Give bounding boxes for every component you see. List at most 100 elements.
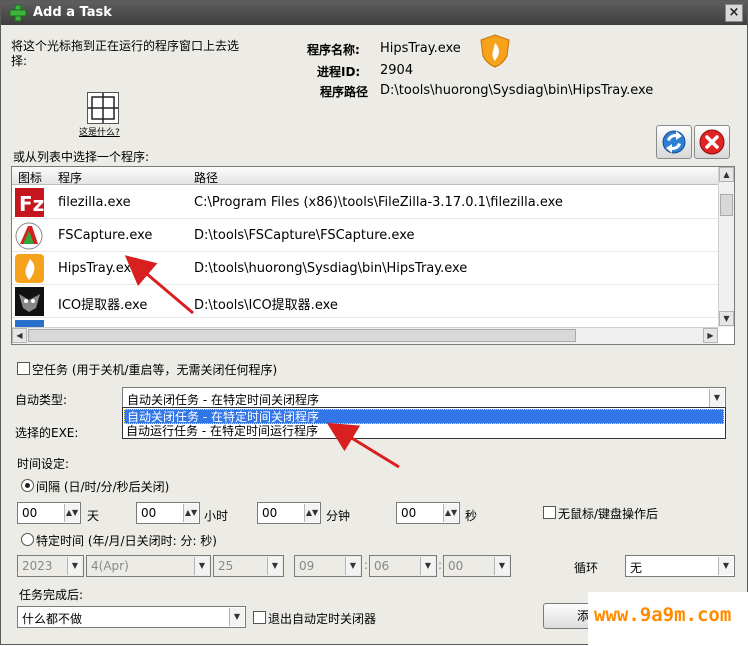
- column-icon[interactable]: 图标: [18, 169, 42, 186]
- auto-type-dropdown[interactable]: 自动关闭任务 - 在特定时间关闭程序 自动运行任务 - 在特定时间运行程序: [122, 407, 726, 439]
- days-stepper[interactable]: 00 ▲▼: [17, 502, 81, 524]
- hours-unit: 小时: [204, 509, 229, 523]
- idle-label: 无鼠标/键盘操作后: [558, 507, 659, 521]
- day-select[interactable]: 25 ▼: [213, 555, 284, 577]
- chevron-down-icon[interactable]: ▼: [345, 557, 360, 575]
- minutes-unit: 分钟: [326, 509, 351, 523]
- days-value: 00: [22, 506, 38, 520]
- loop-select[interactable]: 无 ▼: [625, 555, 735, 577]
- add-task-window: Add a Task × 将这个光标拖到正在运行的程序窗口上去选择: 这是什么?…: [0, 0, 748, 645]
- auto-type-value: 自动关闭任务 - 在特定时间关闭程序: [127, 393, 319, 407]
- program-path-label: 程序路径: [320, 85, 369, 99]
- remove-button[interactable]: [694, 125, 730, 159]
- selected-exe-label: 选择的EXE:: [15, 426, 79, 440]
- chevron-down-icon[interactable]: ▼: [229, 608, 244, 626]
- program-name: filezilla.exe: [58, 195, 131, 210]
- window-close-button[interactable]: ×: [725, 4, 743, 22]
- scroll-up-icon[interactable]: ▲: [719, 167, 734, 182]
- after-task-select[interactable]: 什么都不做 ▼: [17, 606, 246, 628]
- hour-select[interactable]: 09 ▼: [294, 555, 362, 577]
- huorong-shield-icon: [15, 254, 44, 283]
- hours-value: 00: [141, 506, 157, 520]
- column-path[interactable]: 路径: [194, 169, 218, 186]
- chevron-down-icon[interactable]: ▼: [420, 557, 435, 575]
- auto-type-label: 自动类型:: [15, 393, 68, 407]
- minutes-stepper[interactable]: 00 ▲▼: [257, 502, 321, 524]
- spin-icon[interactable]: ▲▼: [304, 504, 319, 522]
- interval-radio[interactable]: [21, 479, 34, 492]
- scroll-thumb[interactable]: [720, 194, 733, 216]
- auto-type-select[interactable]: 自动关闭任务 - 在特定时间关闭程序 ▼: [122, 387, 726, 409]
- year-select[interactable]: 2023 ▼: [17, 555, 84, 577]
- minutes-value: 00: [262, 506, 278, 520]
- second-select[interactable]: 00 ▼: [443, 555, 511, 577]
- time-separator: :: [438, 558, 443, 572]
- spin-icon[interactable]: ▲▼: [64, 504, 79, 522]
- program-path: D:\tools\huorong\Sysdiag\bin\HipsTray.ex…: [194, 261, 468, 276]
- column-program[interactable]: 程序: [58, 169, 82, 186]
- watermark: www.9a9m.com: [588, 592, 748, 645]
- auto-type-option-close[interactable]: 自动关闭任务 - 在特定时间关闭程序: [124, 409, 724, 424]
- hours-stepper[interactable]: 00 ▲▼: [136, 502, 200, 524]
- seconds-unit: 秒: [465, 509, 478, 523]
- specific-time-label: 特定时间 (年/月/日关闭时: 分: 秒): [36, 534, 217, 548]
- day-value: 25: [218, 559, 234, 573]
- close-icon: [699, 129, 725, 155]
- scroll-right-icon[interactable]: ▶: [703, 328, 718, 343]
- second-value: 00: [448, 559, 464, 573]
- spin-icon[interactable]: ▲▼: [183, 504, 198, 522]
- program-path: D:\tools\FSCapture\FSCapture.exe: [194, 228, 415, 243]
- program-path: D:\tools\ICO提取器.exe: [194, 298, 338, 313]
- program-name-label: 程序名称:: [307, 43, 360, 57]
- process-id-label: 进程ID:: [317, 65, 361, 79]
- interval-label: 间隔 (日/时/分/秒后关闭): [36, 480, 170, 494]
- fscapture-icon: [15, 222, 43, 250]
- scroll-down-icon[interactable]: ▼: [719, 311, 734, 326]
- finder-instruction: 将这个光标拖到正在运行的程序窗口上去选择:: [11, 39, 240, 68]
- empty-task-checkbox[interactable]: [17, 362, 30, 375]
- month-value: 4(Apr): [91, 559, 129, 573]
- list-vertical-scrollbar[interactable]: ▲ ▼: [718, 167, 734, 327]
- chevron-down-icon[interactable]: ▼: [67, 557, 82, 575]
- chevron-down-icon[interactable]: ▼: [709, 389, 724, 407]
- idle-checkbox[interactable]: [543, 506, 556, 519]
- list-item[interactable]: HipsTray.exe D:\tools\huorong\Sysdiag\bi…: [12, 252, 718, 285]
- list-item[interactable]: FSCapture.exe D:\tools\FSCapture\FSCaptu…: [12, 219, 718, 252]
- crosshair-finder-icon[interactable]: [87, 92, 119, 124]
- filezilla-icon: Fz: [15, 188, 44, 217]
- auto-type-option-run[interactable]: 自动运行任务 - 在特定时间运行程序: [124, 424, 724, 439]
- after-task-value: 什么都不做: [22, 612, 83, 626]
- after-task-label: 任务完成后:: [19, 588, 84, 602]
- hour-value: 09: [299, 559, 315, 573]
- time-separator: :: [364, 558, 369, 572]
- window-title: Add a Task: [33, 5, 112, 20]
- list-item[interactable]: Fz filezilla.exe C:\Program Files (x86)\…: [12, 186, 718, 219]
- scroll-left-icon[interactable]: ◀: [12, 328, 27, 343]
- program-name: HipsTray.exe: [58, 261, 139, 276]
- program-list[interactable]: 图标 程序 路径 Fz filezilla.exe C:\Program Fil…: [11, 166, 735, 345]
- hscroll-thumb[interactable]: [28, 329, 576, 342]
- year-value: 2023: [22, 559, 53, 573]
- chevron-down-icon[interactable]: ▼: [194, 557, 209, 575]
- chevron-down-icon[interactable]: ▼: [718, 557, 733, 575]
- add-icon: [9, 4, 27, 22]
- spin-icon[interactable]: ▲▼: [443, 504, 458, 522]
- chevron-down-icon[interactable]: ▼: [267, 557, 282, 575]
- list-item[interactable]: ICO提取器.exe D:\tools\ICO提取器.exe: [12, 285, 718, 318]
- minute-select[interactable]: 06 ▼: [369, 555, 437, 577]
- empty-task-label: 空任务 (用于关机/重启等，无需关闭任何程序): [32, 363, 278, 377]
- exit-timer-checkbox[interactable]: [253, 611, 266, 624]
- chevron-down-icon[interactable]: ▼: [494, 557, 509, 575]
- specific-time-radio[interactable]: [21, 533, 34, 546]
- seconds-stepper[interactable]: 00 ▲▼: [396, 502, 460, 524]
- list-horizontal-scrollbar[interactable]: ◀ ▶: [12, 327, 718, 344]
- month-select[interactable]: 4(Apr) ▼: [86, 555, 211, 577]
- program-name: FSCapture.exe: [58, 228, 153, 243]
- days-unit: 天: [87, 509, 100, 523]
- what-is-this-link[interactable]: 这是什么?: [79, 125, 120, 138]
- program-list-caption: 或从列表中选择一个程序:: [13, 150, 150, 164]
- program-path: C:\Program Files (x86)\tools\FileZilla-3…: [194, 195, 563, 210]
- program-path-value: D:\tools\huorong\Sysdiag\bin\HipsTray.ex…: [380, 83, 654, 98]
- refresh-button[interactable]: [656, 125, 692, 159]
- process-id-value: 2904: [380, 63, 414, 78]
